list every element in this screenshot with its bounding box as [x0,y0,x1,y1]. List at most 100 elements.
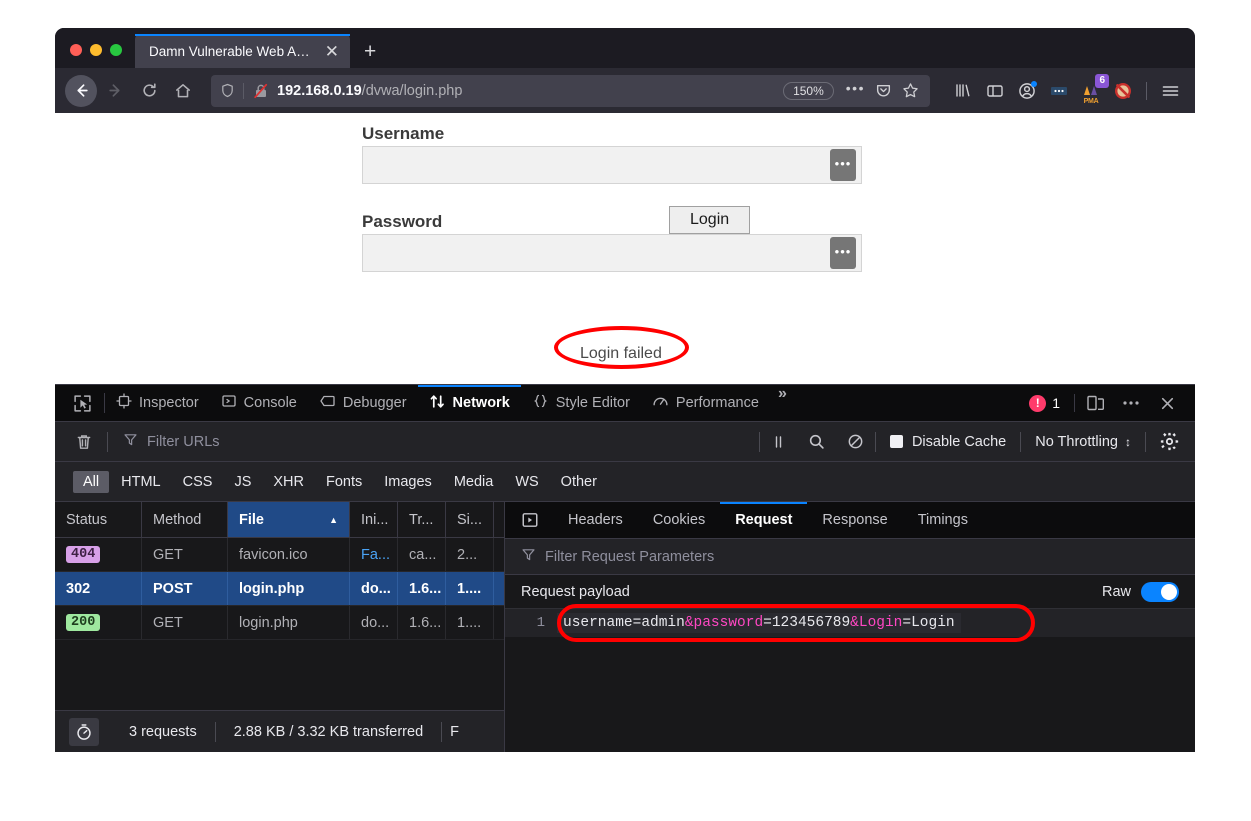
network-table: Status Method File ▲ Ini... Tr... Si... … [55,502,504,640]
page-actions-icon[interactable]: ••• [841,80,870,101]
zoom-level-indicator[interactable]: 150% [783,82,834,100]
details-tab-request[interactable]: Request [720,502,807,538]
app-menu-icon[interactable] [1155,76,1185,106]
details-tabbar: Headers Cookies Request Response Timings [505,502,1195,539]
type-filter-all[interactable]: All [73,471,109,493]
bookmark-star-icon[interactable] [897,82,924,99]
tab-style-editor[interactable]: Style Editor [521,385,641,421]
tab-performance[interactable]: Performance [641,385,770,421]
details-tab-timings[interactable]: Timings [903,502,983,538]
throttling-dropdown[interactable]: No Throttling ↕ [1021,434,1145,450]
tab-debugger-label: Debugger [343,395,407,411]
pause-recording-icon[interactable] [760,434,797,450]
type-filter-media[interactable]: Media [444,471,504,493]
tab-inspector[interactable]: Inspector [105,385,210,421]
details-tab-cookies[interactable]: Cookies [638,502,720,538]
column-header-file[interactable]: File ▲ [228,502,350,537]
window-controls[interactable] [55,44,135,68]
cell-transferred: 1.6... [398,572,446,605]
url-path: /dvwa/login.php [362,83,463,99]
close-devtools-icon[interactable] [1151,388,1183,418]
error-count-badge[interactable]: ! 1 [1019,395,1070,412]
type-filter-ws[interactable]: WS [505,471,548,493]
type-filter-css[interactable]: CSS [173,471,223,493]
tab-network[interactable]: Network [418,385,521,421]
raw-toggle-group[interactable]: Raw [1102,582,1179,602]
filter-request-parameters-placeholder: Filter Request Parameters [545,549,714,565]
account-icon[interactable] [1012,76,1042,106]
type-filter-other[interactable]: Other [551,471,607,493]
back-arrow-icon[interactable] [65,75,97,107]
type-filter-js[interactable]: JS [224,471,261,493]
pocket-save-icon[interactable] [870,82,897,99]
element-picker-icon[interactable] [55,385,104,421]
new-tab-icon[interactable]: + [350,41,388,68]
raw-toggle[interactable] [1141,582,1179,602]
browser-tab[interactable]: Damn Vulnerable Web App (DVWA) ✕ [135,34,350,68]
login-button[interactable]: Login [669,206,750,234]
broken-lock-icon[interactable] [244,83,277,99]
password-input[interactable]: ••• [362,234,862,272]
column-header-status[interactable]: Status [55,502,142,537]
cell-method: GET [142,606,228,639]
payload-segment-password-value: =123456789 [763,615,850,631]
minimize-window-button[interactable] [90,44,102,56]
table-row[interactable]: 200 GET login.php do... 1.6... 1.... [55,606,504,640]
tab-style-editor-label: Style Editor [556,395,630,411]
type-filter-fonts[interactable]: Fonts [316,471,372,493]
column-header-size[interactable]: Si... [446,502,494,537]
type-filter-html[interactable]: HTML [111,471,170,493]
payload-segment-login-key: &Login [850,615,902,631]
payload-code-line[interactable]: 1 username=admin&password=123456789&Logi… [505,609,1195,637]
resend-request-icon[interactable] [505,502,553,538]
details-tab-headers[interactable]: Headers [553,502,638,538]
filter-request-parameters-input[interactable]: Filter Request Parameters [505,539,1195,575]
cell-status: 302 [55,572,142,605]
phpmyadmin-extension-icon[interactable]: 6 PMA [1076,76,1106,106]
cell-initiator: do... [350,606,398,639]
tab-console[interactable]: Console [210,385,308,421]
type-filter-images[interactable]: Images [374,471,442,493]
more-tabs-icon[interactable]: » [770,385,795,421]
url-bar[interactable]: 192.168.0.19/dvwa/login.php 150% ••• [211,75,930,107]
navigation-toolbar: 192.168.0.19/dvwa/login.php 150% ••• [55,68,1195,113]
phpmyadmin-badge: 6 [1095,74,1109,88]
filter-urls-input[interactable]: Filter URLs [108,432,759,452]
reload-icon[interactable] [133,75,165,107]
status-badge: 404 [66,546,100,563]
disable-cache-checkbox[interactable]: Disable Cache [876,434,1020,450]
block-requests-icon[interactable] [836,433,875,450]
performance-analysis-button[interactable] [55,718,111,746]
url-text[interactable]: 192.168.0.19/dvwa/login.php [277,83,783,99]
maximize-window-button[interactable] [110,44,122,56]
clear-requests-icon[interactable] [55,433,107,451]
autofill-icon[interactable]: ••• [830,149,856,181]
username-input[interactable]: ••• [362,146,862,184]
type-filter-xhr[interactable]: XHR [263,471,314,493]
table-row[interactable]: 302 POST login.php do... 1.6... 1.... [55,572,504,606]
details-tab-response[interactable]: Response [807,502,902,538]
noscript-extension-icon[interactable] [1108,76,1138,106]
sidebar-icon[interactable] [980,76,1010,106]
column-header-file-label: File [239,512,264,528]
throttling-label: No Throttling [1035,434,1118,450]
column-header-transferred[interactable]: Tr... [398,502,446,537]
gear-icon[interactable] [1146,432,1195,451]
devtools-meatball-menu-icon[interactable] [1115,388,1147,418]
close-window-button[interactable] [70,44,82,56]
close-tab-icon[interactable]: ✕ [322,43,342,60]
column-header-method[interactable]: Method [142,502,228,537]
library-icon[interactable] [948,76,978,106]
browser-toolbar-icons: 6 PMA [942,76,1185,106]
search-icon[interactable] [797,433,836,450]
shield-icon[interactable] [220,83,243,98]
column-header-initiator[interactable]: Ini... [350,502,398,537]
table-row[interactable]: 404 GET favicon.ico Fa... ca... 2... [55,538,504,572]
tab-debugger[interactable]: Debugger [308,385,418,421]
autofill-icon[interactable]: ••• [830,237,856,269]
responsive-design-mode-icon[interactable] [1079,388,1111,418]
pocket-extension-icon[interactable] [1044,76,1074,106]
request-count-label: 3 requests [111,724,215,740]
home-icon[interactable] [167,75,199,107]
payload-text[interactable]: username=admin&password=123456789&Login=… [557,613,961,633]
